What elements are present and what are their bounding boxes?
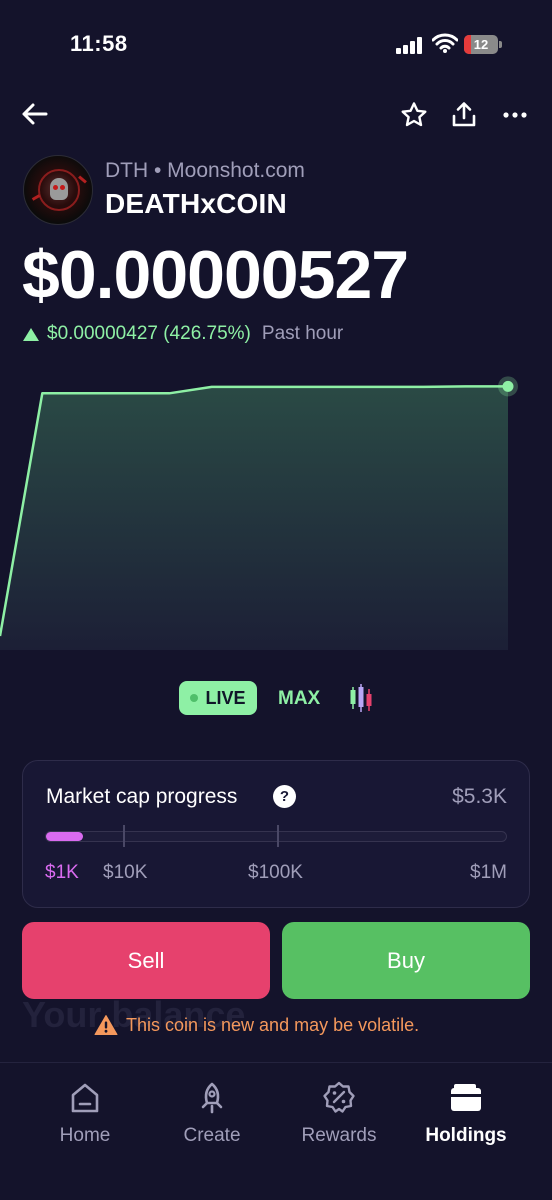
tab-holdings[interactable]: Holdings [411, 1081, 521, 1147]
wifi-icon [431, 33, 459, 53]
live-range-button[interactable]: LIVE [179, 681, 257, 715]
live-indicator-dot [190, 694, 199, 702]
price-change-row: $0.00000427 (426.75%) Past hour [23, 323, 343, 345]
chart-area-fill [0, 386, 508, 650]
coin-avatar [23, 155, 93, 225]
live-range-label: LIVE [205, 687, 246, 708]
candlestick-icon [350, 684, 372, 712]
candlestick-toggle-button[interactable] [346, 681, 376, 715]
progress-label-1k: $1K [45, 862, 79, 883]
status-bar: 11:58 12 [0, 0, 552, 90]
market-cap-card: Market cap progress ? $5.3K $1K $10K $10… [22, 760, 530, 908]
tab-holdings-label: Holdings [425, 1125, 507, 1146]
tab-create-label: Create [183, 1125, 241, 1146]
warning-text: This coin is new and may be volatile. [126, 1014, 420, 1035]
chart-current-point [502, 380, 514, 392]
rewards-badge-icon [323, 1081, 355, 1113]
rocket-icon [201, 1082, 223, 1114]
status-time: 11:58 [70, 31, 128, 56]
progress-label-1m: $1M [470, 862, 507, 883]
home-icon [71, 1083, 99, 1113]
progress-label-10k: $10K [103, 862, 148, 883]
buy-button[interactable]: Buy [282, 922, 530, 999]
sell-button[interactable]: Sell [22, 922, 270, 999]
market-cap-title: Market cap progress [46, 785, 238, 808]
progress-label-100k: $100K [248, 862, 303, 883]
triangle-up-icon [23, 327, 39, 341]
more-dots-icon [503, 112, 527, 118]
tab-rewards-label: Rewards [301, 1125, 377, 1146]
share-icon [452, 102, 476, 127]
tab-create[interactable]: Create [157, 1081, 267, 1147]
coin-detail-screen: 11:58 12 DTH • Moonshot.com DEATHxCOIN $… [0, 0, 552, 1200]
progress-tick-10k [123, 825, 125, 847]
price-change-period: Past hour [261, 323, 344, 344]
price-change-value: $0.00000427 (426.75%) [47, 323, 251, 344]
tab-home[interactable]: Home [30, 1081, 140, 1147]
market-cap-value: $5.3K [452, 785, 507, 808]
bottom-tab-bar: Home Create Rewards Holdings [0, 1062, 552, 1200]
back-button[interactable] [16, 96, 52, 132]
progress-tick-100k [277, 825, 279, 847]
help-icon[interactable]: ? [273, 785, 296, 808]
coin-price: $0.00000527 [22, 237, 409, 313]
tab-rewards[interactable]: Rewards [284, 1081, 394, 1147]
tab-home-label: Home [59, 1125, 111, 1146]
warning-icon [94, 1015, 118, 1035]
max-range-button[interactable]: MAX [278, 688, 320, 710]
star-icon [401, 102, 427, 127]
battery-icon: 12 [464, 35, 502, 54]
market-cap-progress-fill [46, 832, 83, 841]
favorite-button[interactable] [396, 97, 432, 133]
market-cap-progress-track [45, 831, 507, 842]
arrow-left-icon [22, 103, 48, 125]
price-chart[interactable] [0, 370, 552, 650]
more-options-button[interactable] [497, 97, 533, 133]
battery-level: 12 [473, 37, 489, 52]
wallet-icon [451, 1084, 481, 1111]
coin-ticker-source: DTH • Moonshot.com [105, 159, 305, 182]
share-button[interactable] [446, 97, 482, 133]
volatility-warning: This coin is new and may be volatile. [94, 1014, 419, 1036]
coin-name: DEATHxCOIN [105, 188, 287, 219]
cellular-signal-icon [396, 36, 424, 54]
